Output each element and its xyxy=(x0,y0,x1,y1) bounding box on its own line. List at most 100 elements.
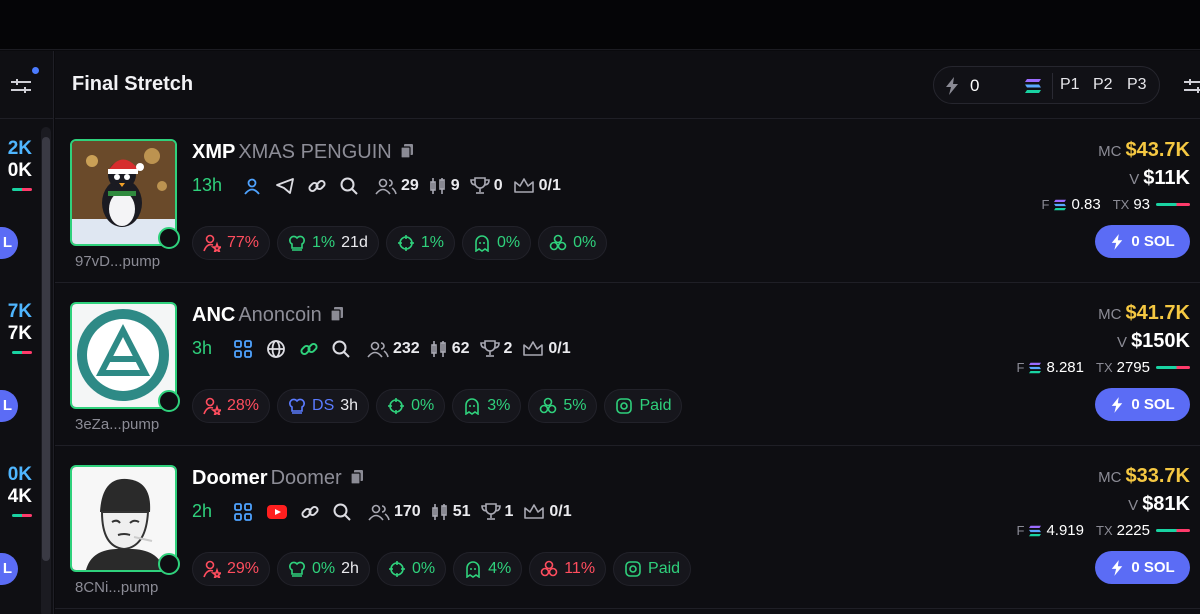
dev-label: DS xyxy=(312,397,335,414)
left-row-vol: 4K xyxy=(7,486,32,507)
trophy-icon xyxy=(479,340,500,357)
pill-icon xyxy=(158,553,180,575)
dev-holding-chip[interactable]: 1% 21d xyxy=(277,226,379,260)
pro-traders-stat: 62 xyxy=(430,340,470,358)
lightning-icon xyxy=(946,77,958,95)
scrollbar[interactable] xyxy=(41,127,51,614)
left-row[interactable]: 7K 7K xyxy=(0,301,32,354)
market-cap-value: $43.7K xyxy=(1125,139,1191,161)
filter-icon[interactable] xyxy=(10,77,32,95)
token-row[interactable]: 97vD...pump XMP XMAS PENGUIN 13h 29 9 0 0… xyxy=(55,120,1200,283)
snipers-chip[interactable]: 1% xyxy=(385,226,455,260)
ghost-icon xyxy=(466,561,480,578)
top10-pct: 28% xyxy=(227,397,260,414)
token-metrics: 29% 0% 2h 0% 4% 11% Paid xyxy=(192,552,698,586)
notification-dot xyxy=(32,67,39,74)
holders-count: 170 xyxy=(394,503,421,520)
token-address[interactable]: 3eZa...pump xyxy=(75,416,159,433)
crosshair-icon xyxy=(388,561,405,577)
candlestick-icon xyxy=(429,178,445,194)
dex-paid-icon xyxy=(616,398,633,414)
top10-holders-chip[interactable]: 29% xyxy=(192,552,271,586)
token-row[interactable]: 3eZa...pump ANC Anoncoin 3h 232 62 2 0/1 … xyxy=(55,283,1200,446)
quick-buy-button[interactable]: 0 SOL xyxy=(1095,388,1190,421)
holders-icon xyxy=(367,341,389,358)
left-row-ratio-bar xyxy=(12,188,32,191)
filter-icon[interactable] xyxy=(1183,77,1200,95)
token-age: 3h xyxy=(192,338,213,358)
link-icon[interactable] xyxy=(307,176,327,196)
youtube-icon[interactable] xyxy=(266,504,288,520)
penguin-image xyxy=(72,141,175,244)
paid-chip[interactable]: Paid xyxy=(604,389,683,423)
left-row-buy-button[interactable]: L xyxy=(0,227,18,259)
fees-label: F xyxy=(1016,360,1025,375)
dev-holding-chip[interactable]: 0% 2h xyxy=(277,552,370,586)
fees-label: F xyxy=(1041,197,1050,212)
preset-p1-button[interactable]: P1 xyxy=(1060,76,1080,94)
bundlers-chip[interactable]: 11% xyxy=(529,552,607,586)
crown-icon xyxy=(523,341,544,356)
bundlers-pct: 0% xyxy=(573,234,597,251)
preset-p2-button[interactable]: P2 xyxy=(1093,76,1113,94)
search-icon[interactable] xyxy=(332,502,352,522)
person-icon[interactable] xyxy=(243,177,261,195)
insiders-chip[interactable]: 3% xyxy=(452,389,522,423)
bundlers-chip[interactable]: 5% xyxy=(528,389,598,423)
insiders-chip[interactable]: 0% xyxy=(461,226,532,260)
insiders-chip[interactable]: 4% xyxy=(453,552,523,586)
top-bar xyxy=(0,0,1200,50)
copy-icon[interactable] xyxy=(330,306,344,322)
top10-stat: 0/1 xyxy=(523,503,572,521)
preset-p3-button[interactable]: P3 xyxy=(1127,76,1147,94)
globe-icon[interactable] xyxy=(266,339,286,359)
market-cap-label: MC xyxy=(1098,469,1122,486)
link-icon[interactable] xyxy=(299,339,319,359)
quick-buy-button[interactable]: 0 SOL xyxy=(1095,551,1190,584)
paid-chip[interactable]: Paid xyxy=(613,552,692,586)
holders-stat: 170 xyxy=(368,503,421,521)
left-row-buy-button[interactable]: L xyxy=(0,390,18,422)
snipers-chip[interactable]: 0% xyxy=(376,389,446,423)
token-address[interactable]: 8CNi...pump xyxy=(75,579,158,596)
search-icon[interactable] xyxy=(331,339,351,359)
bundlers-chip[interactable]: 0% xyxy=(538,226,608,260)
crown-icon xyxy=(524,504,545,519)
community-icon[interactable] xyxy=(233,340,253,358)
scrollbar-thumb[interactable] xyxy=(42,137,50,561)
market-cap-value: $33.7K xyxy=(1125,465,1191,487)
volume: V $81K xyxy=(1128,493,1190,516)
snipers-pct: 0% xyxy=(411,560,436,577)
trophy-stat: 2 xyxy=(479,340,512,358)
link-icon[interactable] xyxy=(300,502,320,522)
left-row[interactable]: 0K 4K xyxy=(0,464,32,517)
search-icon[interactable] xyxy=(339,176,359,196)
copy-icon[interactable] xyxy=(350,469,364,485)
lightning-icon xyxy=(1112,559,1123,576)
token-address[interactable]: 97vD...pump xyxy=(75,253,160,270)
top10-holders-chip[interactable]: 28% xyxy=(192,389,271,423)
solana-icon xyxy=(1029,525,1042,536)
bundle-icon xyxy=(540,560,558,577)
top10-count: 0/1 xyxy=(548,340,571,357)
snipers-chip[interactable]: 0% xyxy=(376,552,447,586)
quick-buy-button[interactable]: 0 SOL xyxy=(1095,225,1190,258)
insiders-pct: 0% xyxy=(496,234,521,251)
left-row-buy-button[interactable]: L xyxy=(0,553,18,585)
left-row[interactable]: 2K 0K xyxy=(0,138,32,191)
token-metrics: 77% 1% 21d 1% 0% 0% xyxy=(192,226,614,260)
copy-icon[interactable] xyxy=(400,143,414,159)
holders-icon xyxy=(375,178,397,195)
telegram-icon[interactable] xyxy=(275,177,295,195)
trophy-count: 0 xyxy=(493,177,503,194)
quick-buy-amount-input[interactable]: 0 xyxy=(970,76,979,96)
token-row[interactable]: 8CNi...pump Doomer Doomer 2h 170 51 1 0/1… xyxy=(55,446,1200,609)
top10-holders-chip[interactable]: 77% xyxy=(192,226,271,260)
left-row-ratio-bar xyxy=(12,351,32,354)
community-icon[interactable] xyxy=(233,503,253,521)
quick-buy-label: 0 SOL xyxy=(1131,233,1175,250)
chef-hat-icon xyxy=(289,561,305,577)
volume-label: V xyxy=(1129,171,1140,188)
dev-holding-chip[interactable]: DS 3h xyxy=(277,389,370,423)
dev-pct: 0% xyxy=(312,560,336,577)
